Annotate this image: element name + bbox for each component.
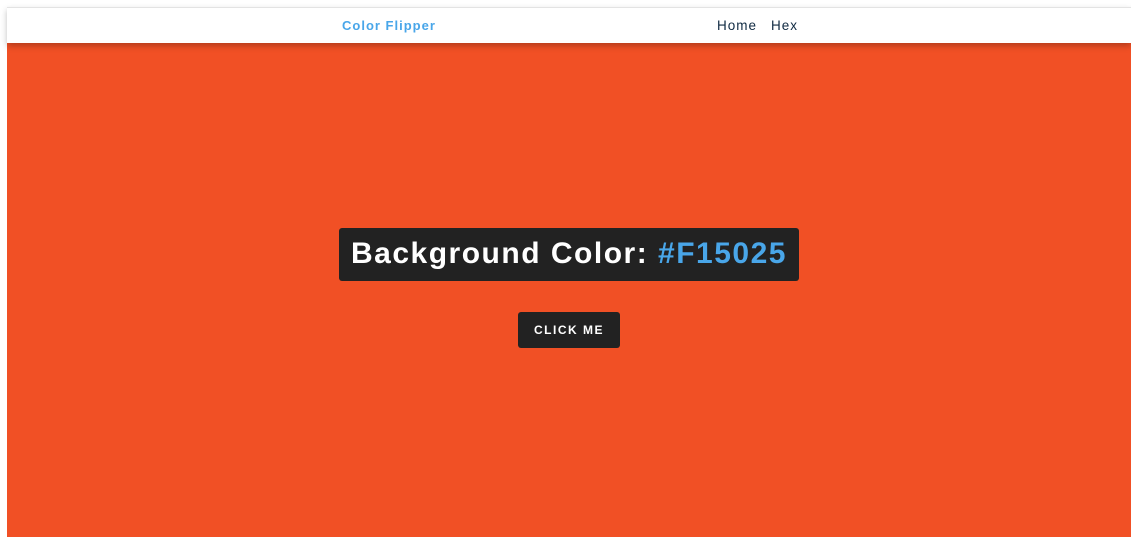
click-me-button[interactable]: click me — [518, 312, 620, 348]
nav-item-home: Home — [717, 17, 757, 35]
color-hex-value: #F15025 — [658, 237, 787, 270]
nav-item-hex: Hex — [771, 17, 798, 35]
nav-link-hex[interactable]: Hex — [771, 18, 798, 33]
brand-logo-link[interactable]: Color Flipper — [342, 18, 436, 33]
nav-links: Home Hex — [717, 17, 798, 35]
color-display-area: Background Color: #F15025 click me — [7, 43, 1131, 537]
background-color-label: Background Color: — [351, 237, 659, 270]
nav-link-home[interactable]: Home — [717, 18, 757, 33]
background-color-heading: Background Color: #F15025 — [339, 228, 799, 281]
page-frame: Color Flipper Home Hex Background Color:… — [0, 0, 1131, 537]
navbar: Color Flipper Home Hex — [7, 7, 1131, 43]
